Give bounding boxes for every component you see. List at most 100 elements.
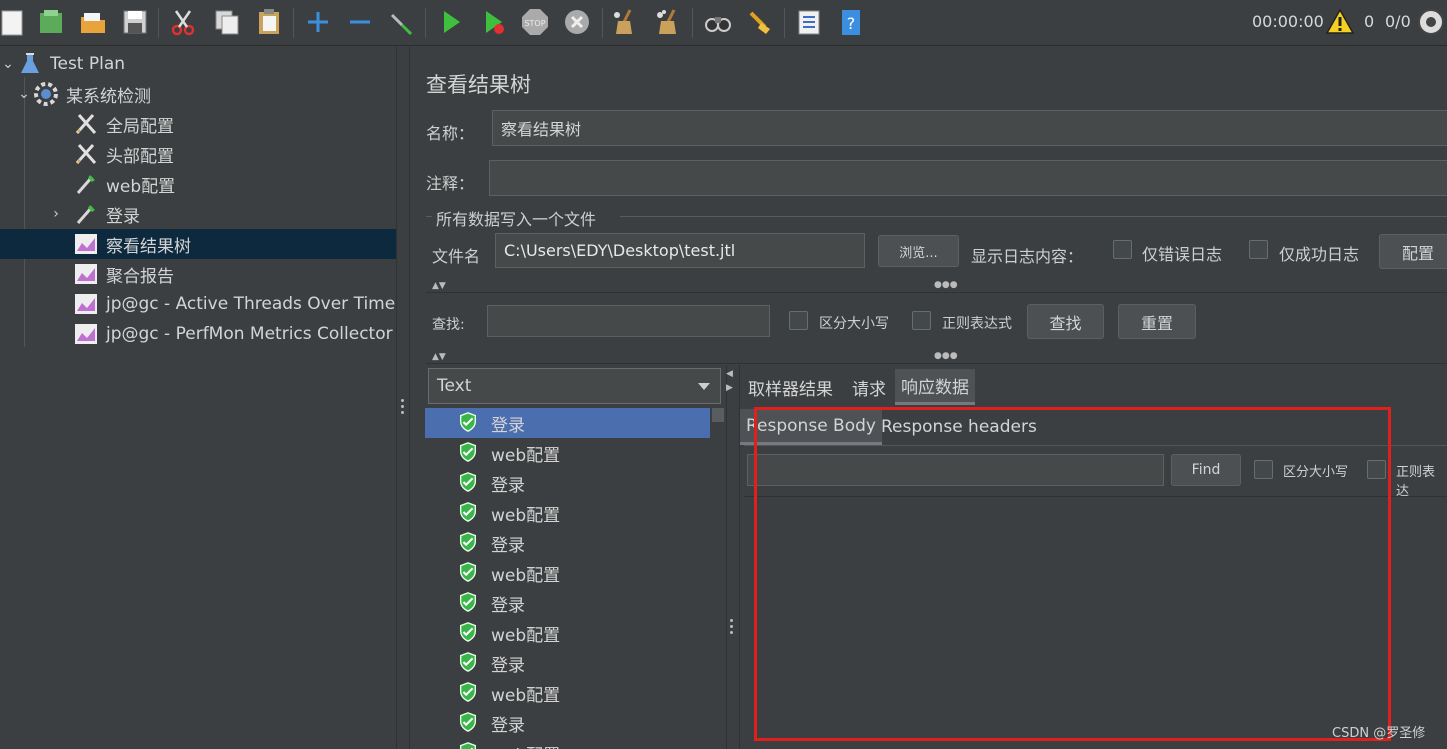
- response-body-panel: Find 区分大小写 正则表达: [744, 445, 1447, 749]
- regex-checkbox[interactable]: [1367, 460, 1386, 479]
- list-item-label: web配置: [491, 565, 561, 586]
- list-item[interactable]: web配置: [425, 618, 710, 648]
- find-button[interactable]: Find: [1171, 454, 1241, 486]
- list-item[interactable]: web配置: [425, 438, 710, 468]
- tree-item-header-config[interactable]: 头部配置: [0, 139, 396, 169]
- find-input[interactable]: [747, 454, 1164, 486]
- stop-icon[interactable]: STOP: [518, 4, 552, 40]
- list-item[interactable]: web配置: [425, 558, 710, 588]
- splitter-grip-icon: [401, 399, 405, 414]
- tab-response-headers[interactable]: Response headers: [875, 409, 1043, 445]
- graph-icon: [72, 321, 100, 347]
- new-icon[interactable]: [0, 4, 30, 40]
- list-item[interactable]: 登录: [425, 408, 710, 438]
- clear-all-icon[interactable]: [650, 4, 684, 40]
- success-shield-icon: [457, 441, 481, 465]
- shutdown-icon[interactable]: [560, 4, 594, 40]
- renderer-select[interactable]: Text: [428, 368, 721, 404]
- tab-sampler-result[interactable]: 取样器结果: [742, 369, 839, 405]
- tree-item-view-results-tree[interactable]: 察看结果树: [0, 229, 396, 259]
- copy-icon[interactable]: [210, 4, 244, 40]
- list-item[interactable]: web配置: [425, 498, 710, 528]
- wrench-icon: [72, 111, 100, 137]
- function-helper-icon[interactable]: [792, 4, 826, 40]
- success-only-checkbox[interactable]: [1249, 240, 1268, 259]
- expand-icon[interactable]: [301, 4, 335, 40]
- list-item[interactable]: 登录: [425, 528, 710, 558]
- case-sensitive-label: 区分大小写: [819, 316, 889, 332]
- tree-item-thread-group[interactable]: ⌄ 某系统检测: [0, 79, 396, 109]
- success-shield-icon: [457, 681, 481, 705]
- list-item[interactable]: 登录: [425, 588, 710, 618]
- renderer-select-value: Text: [437, 376, 472, 396]
- toggle-icon[interactable]: [385, 4, 419, 40]
- tree-item-web-config[interactable]: web配置: [0, 169, 396, 199]
- collapse-arrows-icon[interactable]: ▲▼: [432, 352, 446, 362]
- name-field[interactable]: 察看结果树: [492, 110, 1447, 146]
- remote-icon[interactable]: [1414, 4, 1447, 40]
- configure-button[interactable]: 配置: [1379, 234, 1447, 269]
- list-scrollbar[interactable]: [712, 408, 724, 422]
- divider: [744, 496, 1447, 497]
- tree-item-test-plan[interactable]: ⌄ Test Plan: [0, 49, 396, 79]
- search-icon[interactable]: [701, 4, 735, 40]
- tree-splitter[interactable]: [396, 47, 410, 749]
- reset-button[interactable]: 重置: [1118, 304, 1196, 339]
- browse-button[interactable]: 浏览...: [878, 235, 959, 267]
- results-splitter[interactable]: ◀ ▶: [726, 365, 740, 749]
- templates-icon[interactable]: [34, 4, 68, 40]
- search-input[interactable]: [487, 305, 770, 337]
- case-sensitive-checkbox[interactable]: [1254, 460, 1273, 479]
- help-icon[interactable]: ?: [834, 4, 868, 40]
- start-no-pauses-icon[interactable]: [476, 4, 510, 40]
- list-item[interactable]: 登录: [425, 648, 710, 678]
- file-name-field[interactable]: C:\Users\EDY\Desktop\test.jtl: [495, 233, 865, 268]
- comment-field[interactable]: [489, 160, 1447, 196]
- list-item[interactable]: web配置: [425, 738, 710, 749]
- clear-icon[interactable]: [608, 4, 642, 40]
- cut-icon[interactable]: [166, 4, 200, 40]
- chevron-right-icon[interactable]: ›: [48, 206, 64, 222]
- chevron-down-icon[interactable]: ⌄: [0, 56, 16, 72]
- success-shield-icon: [457, 591, 481, 615]
- errors-only-checkbox[interactable]: [1113, 240, 1132, 259]
- tree-item-label: 登录: [106, 206, 140, 227]
- open-icon[interactable]: [76, 4, 110, 40]
- list-item-label: 登录: [491, 655, 525, 676]
- list-item-label: 登录: [491, 715, 525, 736]
- list-item-label: 登录: [491, 535, 525, 556]
- paste-icon[interactable]: [252, 4, 286, 40]
- list-item[interactable]: 登录: [425, 708, 710, 738]
- name-label: 名称：: [426, 124, 475, 143]
- tab-response-body[interactable]: Response Body: [740, 409, 882, 445]
- regex-checkbox[interactable]: [912, 311, 931, 330]
- case-sensitive-checkbox[interactable]: [789, 311, 808, 330]
- collapse-icon[interactable]: [343, 4, 377, 40]
- reset-search-icon[interactable]: [743, 4, 777, 40]
- tree-item-perfmon[interactable]: jp@gc - PerfMon Metrics Collector: [0, 319, 396, 349]
- tree-item-global-config[interactable]: 全局配置: [0, 109, 396, 139]
- save-icon[interactable]: [118, 4, 152, 40]
- tree-item-login[interactable]: › 登录: [0, 199, 396, 229]
- list-item[interactable]: 登录: [425, 468, 710, 498]
- splitter-arrows-icon[interactable]: ◀ ▶: [726, 367, 733, 395]
- toolbar-separator: [692, 8, 693, 38]
- list-item[interactable]: web配置: [425, 678, 710, 708]
- tree-item-label: 察看结果树: [106, 236, 191, 257]
- tab-request[interactable]: 请求: [846, 369, 892, 405]
- view-results-tree-panel: 查看结果树 名称： 察看结果树 注释： 所有数据写入一个文件 文件名 C:\Us…: [410, 47, 1447, 749]
- tab-response-data[interactable]: 响应数据: [895, 369, 975, 405]
- success-shield-icon: [457, 561, 481, 585]
- start-icon[interactable]: [434, 4, 468, 40]
- tree-item-label: web配置: [106, 176, 176, 197]
- tree-item-aggregate-report[interactable]: 聚合报告: [0, 259, 396, 289]
- search-button[interactable]: 查找: [1027, 304, 1104, 339]
- success-shield-icon: [457, 741, 481, 749]
- chevron-down-icon[interactable]: ⌄: [16, 86, 32, 102]
- warning-icon[interactable]: [1323, 4, 1357, 40]
- list-item-label: web配置: [491, 505, 561, 526]
- tree-item-active-threads[interactable]: jp@gc - Active Threads Over Time: [0, 289, 396, 319]
- tree-item-label: 某系统检测: [66, 86, 151, 107]
- list-item-label: web配置: [491, 625, 561, 646]
- collapse-arrows-icon[interactable]: ▲▼: [432, 281, 446, 291]
